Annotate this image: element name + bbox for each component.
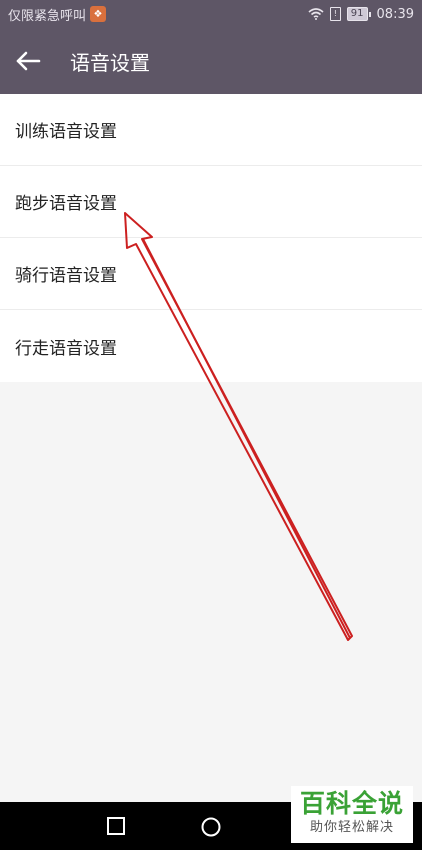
page-title: 语音设置 xyxy=(70,50,150,75)
battery-icon: 91 xyxy=(346,7,371,21)
app-notification-icon: ❖ xyxy=(90,6,107,22)
watermark-title: 百科全说 xyxy=(299,789,404,818)
carrier-text: 仅限紧急呼叫 xyxy=(8,8,87,24)
watermark-subtitle: 助你轻松解决 xyxy=(309,820,394,835)
list-item-walking-voice[interactable]: 行走语音设置 xyxy=(0,310,422,382)
list-item-label: 训练语音设置 xyxy=(15,122,117,142)
list-item-label: 行走语音设置 xyxy=(15,338,117,359)
square-recents-icon[interactable] xyxy=(106,816,126,836)
sim-icon: ! xyxy=(329,7,341,21)
battery-level: 91 xyxy=(346,7,368,21)
clock: 08:39 xyxy=(376,6,414,22)
back-button[interactable] xyxy=(0,28,56,94)
list-item-cycling-voice[interactable]: 骑行语音设置 xyxy=(0,238,422,310)
watermark-logo: 百科全说 助你轻松解决 xyxy=(291,786,413,843)
list-item-running-voice[interactable]: 跑步语音设置 xyxy=(0,166,422,238)
list-item-label: 骑行语音设置 xyxy=(15,266,117,286)
empty-content-area xyxy=(0,382,422,802)
status-left: 仅限紧急呼叫 ❖ xyxy=(8,5,107,24)
list-item-label: 跑步语音设置 xyxy=(15,194,117,214)
back-arrow-icon xyxy=(16,51,41,71)
wifi-icon xyxy=(308,8,324,20)
status-right: ! 91 08:39 xyxy=(308,7,414,22)
status-bar: 仅限紧急呼叫 ❖ ! 91 08:39 xyxy=(0,0,422,28)
app-header: 语音设置 xyxy=(0,28,422,94)
settings-list: 训练语音设置 跑步语音设置 骑行语音设置 行走语音设置 xyxy=(0,94,422,382)
list-item-training-voice[interactable]: 训练语音设置 xyxy=(0,94,422,166)
circle-home-icon[interactable] xyxy=(200,816,222,838)
